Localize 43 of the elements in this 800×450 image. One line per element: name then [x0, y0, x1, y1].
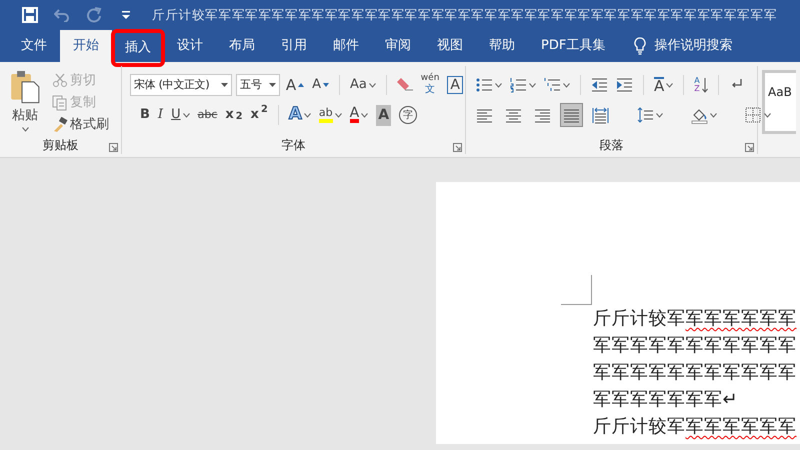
document-line: 斤斤计较军军军军军军军 — [593, 307, 798, 331]
ribbon-tab[interactable]: 插入 — [112, 30, 164, 66]
window-title: 斤斤计较军军军军军军军军军军军军军军军军军军军军军军军军军军军军军军军军军军军军军军军军军军军 — [152, 6, 778, 24]
ribbon-tab[interactable]: 帮助 — [476, 30, 528, 62]
document-line: 军军军军军军军↵ — [593, 388, 740, 412]
ribbon-tab[interactable]: 引用 — [268, 30, 320, 62]
document-line: 军军军军军军军军军军军 — [593, 361, 798, 385]
group-label: 段落 — [598, 137, 624, 154]
script-button[interactable]: x$_{2}$ — [223, 104, 245, 126]
tell-me-search[interactable]: 操作说明搜索 — [654, 36, 732, 56]
painter-button[interactable]: 格式刷 — [50, 114, 111, 136]
ribbon-tab[interactable]: PDF工具集 — [528, 30, 618, 62]
ribbon-tab[interactable]: 邮件 — [320, 30, 372, 62]
bold-button[interactable]: B — [138, 104, 152, 126]
highlight-button[interactable]: ab — [316, 104, 344, 126]
group-label: 剪贴板 — [42, 137, 80, 154]
strike-button[interactable]: abc — [196, 104, 220, 126]
shrink-button[interactable]: A — [310, 74, 332, 96]
ribbon-tab[interactable]: 视图 — [424, 30, 476, 62]
enclose-button[interactable]: 字 — [397, 104, 420, 126]
color-button[interactable]: A — [348, 104, 370, 126]
ribbon-tab[interactable]: 设计 — [164, 30, 216, 62]
group-label: 字体 — [280, 137, 306, 154]
shading-button[interactable]: A — [374, 104, 394, 126]
phonetic-button[interactable]: wén 文 — [418, 74, 442, 96]
document-line: 军军军军军军军军军军军 — [593, 334, 798, 358]
font-size-select[interactable]: 五号 — [236, 74, 280, 96]
font-name-select[interactable]: 宋体 (中文正文) — [130, 74, 232, 96]
ribbon-tab[interactable]: 文件 — [8, 30, 60, 62]
underline-button[interactable]: U — [169, 104, 192, 126]
style-preview[interactable]: AaB — [762, 70, 796, 134]
asian-layout-button[interactable]: A — [652, 74, 676, 96]
ribbon-tab[interactable]: 布局 — [216, 30, 268, 62]
ribbon-tab[interactable]: 开始 — [60, 30, 112, 62]
italic-button[interactable]: I — [156, 104, 166, 126]
grow-button[interactable]: A — [284, 74, 306, 96]
paste-button[interactable]: 粘贴 — [8, 70, 42, 132]
ribbon-tab[interactable]: 审阅 — [372, 30, 424, 62]
border-button[interactable]: A — [445, 74, 465, 96]
document-line: 斤斤计较军军军军军军军 — [593, 415, 798, 439]
script-button[interactable]: x$^{2}$ — [248, 104, 270, 126]
sort-button[interactable]: A Z — [692, 74, 710, 96]
case-button[interactable]: Aa — [348, 74, 378, 96]
